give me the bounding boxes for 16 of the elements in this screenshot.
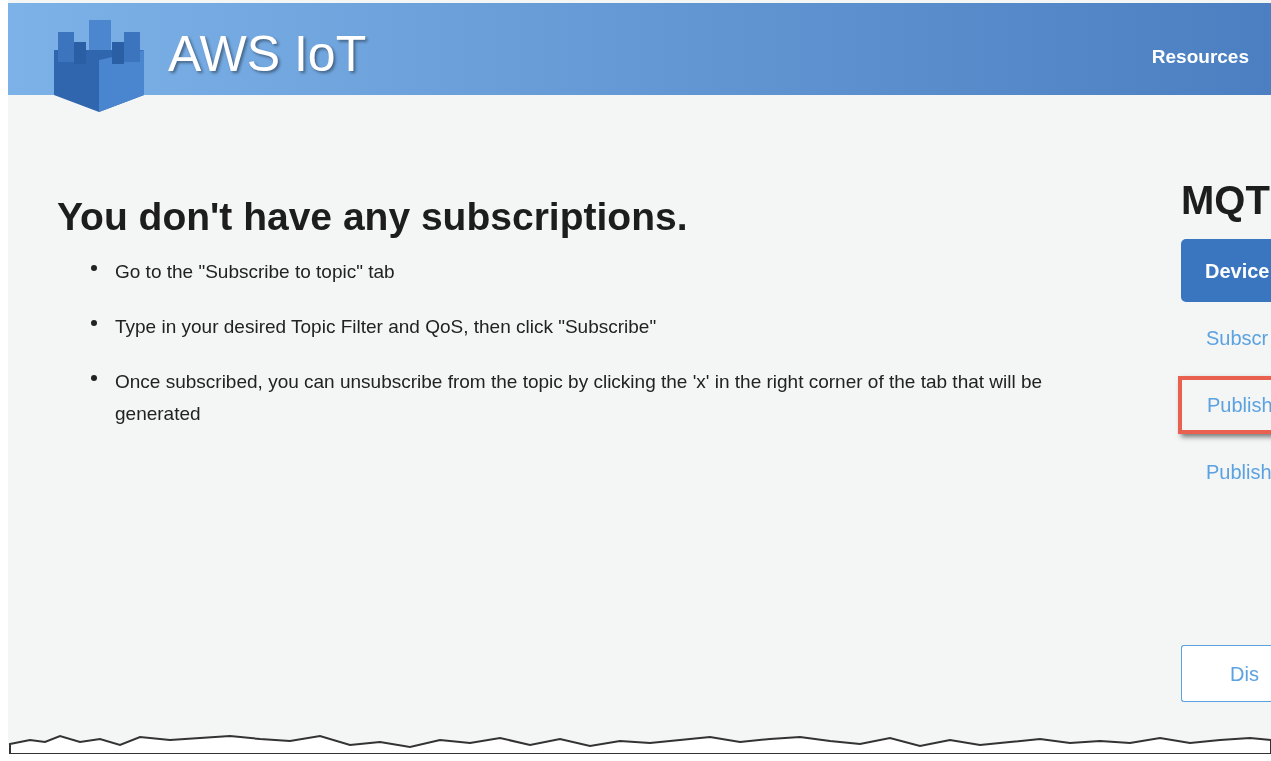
panel-tab[interactable]: Publish bbox=[1178, 375, 1271, 434]
castle-logo-icon bbox=[54, 20, 144, 112]
bullet-icon bbox=[91, 264, 97, 271]
nav-link[interactable]: Resources bbox=[1151, 43, 1249, 72]
instruction-text: Once subscribed, you can unsubscribe from the topic by clicking the 'x' in the right corner of the tab that will be generated bbox=[115, 369, 1044, 426]
panel-tab[interactable]: Publish bbox=[1181, 442, 1271, 501]
panel-tab[interactable]: Device bbox=[1181, 239, 1271, 302]
bullet-icon bbox=[91, 374, 97, 381]
empty-state-title: You don't have any subscriptions. bbox=[57, 194, 689, 240]
instruction-text: Type in your desired Topic Filter and QoS, then click "Subscribe" bbox=[115, 314, 657, 339]
logo-text: AWS IoT bbox=[168, 29, 367, 79]
bullet-icon bbox=[91, 319, 97, 326]
disconnect-button[interactable]: Dis bbox=[1181, 645, 1271, 702]
panel-tab[interactable]: Subscr bbox=[1181, 308, 1271, 367]
panel-title: MQT bbox=[1181, 177, 1271, 224]
instruction-text: Go to the "Subscribe to topic" tab bbox=[115, 259, 395, 284]
